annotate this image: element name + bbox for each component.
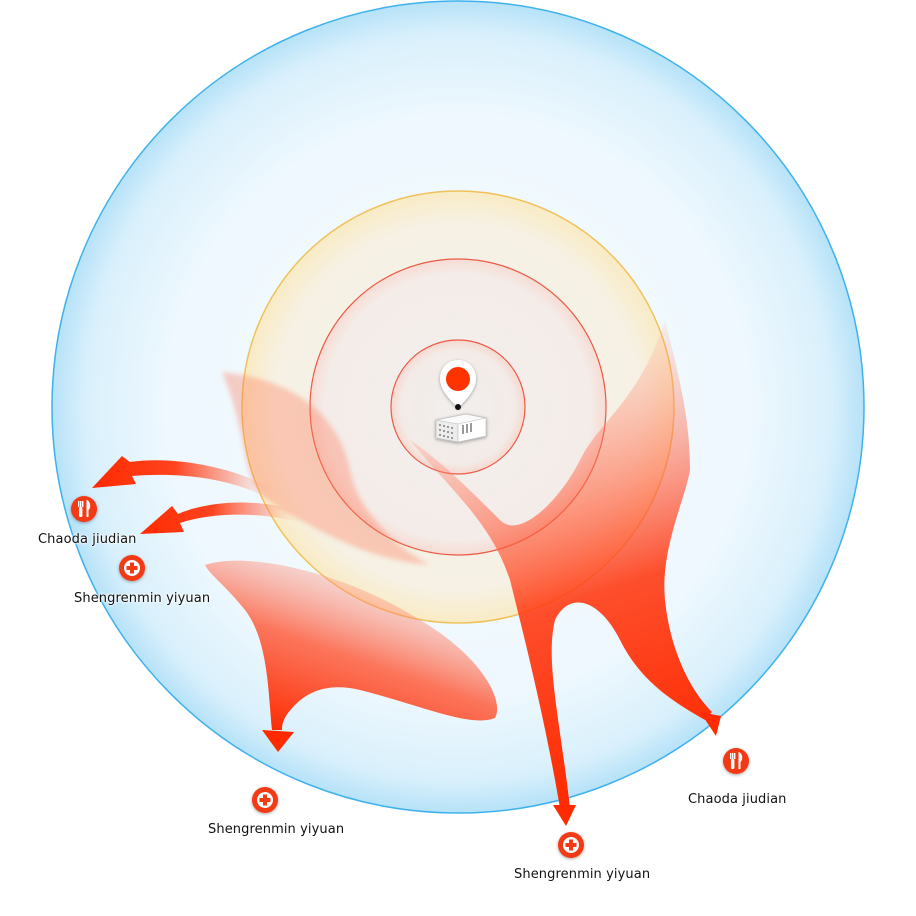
- poi-label-hospital-left: Shengrenmin yiyuan: [74, 591, 211, 606]
- poi-label-hospital-bottom: Shengrenmin yiyuan: [514, 867, 651, 882]
- poi-hospital-bottom[interactable]: [558, 832, 584, 858]
- poi-label-restaurant-top-left: Chaoda jiudian: [38, 532, 137, 547]
- hospital-cross-icon: [257, 792, 273, 808]
- map-pin-dot: [446, 367, 470, 391]
- poi-restaurant-bottom-right[interactable]: [723, 748, 749, 774]
- poi-hospital-left[interactable]: [119, 555, 145, 581]
- hospital-cross-icon: [124, 560, 140, 576]
- diagram-canvas: [51, 0, 865, 858]
- map-pin-anchor: [455, 404, 461, 410]
- flow-arrowhead-to-hospital-bottom: [553, 805, 576, 826]
- radius-map-diagram: Chaoda jiudian Shengrenmin yiyuan Shengr…: [0, 0, 916, 916]
- poi-restaurant-top-left[interactable]: [71, 496, 97, 522]
- hospital-cross-icon: [563, 837, 579, 853]
- poi-label-restaurant-bottom-right: Chaoda jiudian: [688, 792, 787, 807]
- office-building-icon: [435, 413, 487, 443]
- poi-label-hospital-bottom-left: Shengrenmin yiyuan: [208, 822, 345, 837]
- poi-hospital-bottom-left[interactable]: [252, 787, 278, 813]
